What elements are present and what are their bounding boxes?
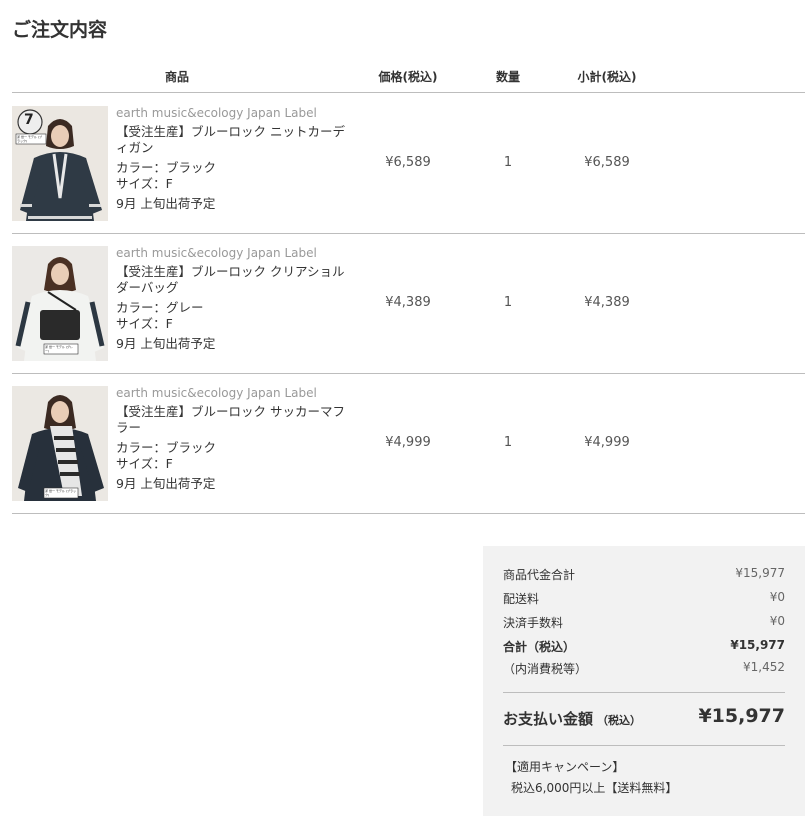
summary-goods-total: 商品代金合計 ¥15,977 bbox=[503, 566, 785, 583]
item-quantity: 1 bbox=[503, 155, 513, 170]
header-product: 商品 bbox=[164, 70, 189, 84]
shipping-label: 配送料 bbox=[503, 592, 540, 606]
grand-total-tax-note: （税込） bbox=[597, 714, 642, 727]
item-price: ¥4,999 bbox=[385, 435, 431, 450]
product-info: earth music&ecology Japan Label 【受注生産】ブル… bbox=[116, 385, 356, 492]
item-price: ¥6,589 bbox=[385, 155, 431, 170]
ship-schedule: 9月 上旬出荷予定 bbox=[116, 196, 216, 211]
campaign-text: 税込6,000円以上【送料無料】 bbox=[511, 781, 678, 795]
product-color: カラー：ブラック bbox=[116, 440, 217, 455]
grand-total-value: ¥15,977 bbox=[698, 705, 785, 727]
total-value: ¥15,977 bbox=[730, 638, 785, 652]
summary-tax: （内消費税等） ¥1,452 bbox=[503, 660, 785, 677]
product-brand[interactable]: earth music&ecology Japan Label bbox=[116, 385, 356, 401]
header-quantity: 数量 bbox=[495, 70, 520, 84]
goods-total-value: ¥15,977 bbox=[735, 566, 785, 580]
item-subtotal: ¥4,999 bbox=[584, 435, 630, 450]
product-name[interactable]: 【受注生産】ブルーロック クリアショルダーバッグ bbox=[116, 264, 356, 296]
summary-divider bbox=[503, 745, 785, 746]
tax-value: ¥1,452 bbox=[743, 660, 785, 674]
page-title: ご注文内容 bbox=[12, 19, 108, 41]
product-color: カラー：ブラック bbox=[116, 160, 217, 175]
product-thumbnail[interactable]: 潔 世一 モデル (ブラック) bbox=[12, 386, 108, 501]
ship-schedule: 9月 上旬出荷予定 bbox=[116, 336, 216, 351]
table-row: 潔 世一 モデル (グレー) earth music&ecology Japan… bbox=[12, 233, 805, 374]
campaign-title: 【適用キャンペーン】 bbox=[505, 760, 625, 774]
product-brand[interactable]: earth music&ecology Japan Label bbox=[116, 245, 356, 261]
product-info: earth music&ecology Japan Label 【受注生産】ブル… bbox=[116, 105, 356, 212]
product-thumbnail[interactable]: 潔 世一 モデル (グレー) bbox=[12, 246, 108, 361]
header-subtotal: 小計(税込) bbox=[577, 70, 637, 84]
summary-fee: 決済手数料 ¥0 bbox=[503, 614, 785, 631]
product-name[interactable]: 【受注生産】ブルーロック ニットカーディガン bbox=[116, 124, 356, 156]
item-quantity: 1 bbox=[503, 435, 513, 450]
order-summary: 商品代金合計 ¥15,977 配送料 ¥0 決済手数料 ¥0 合計（税込） ¥1… bbox=[483, 546, 805, 816]
fee-value: ¥0 bbox=[769, 614, 785, 628]
product-size: サイズ：F bbox=[116, 316, 173, 331]
summary-divider bbox=[503, 692, 785, 693]
summary-total: 合計（税込） ¥15,977 bbox=[503, 638, 785, 655]
product-thumbnail[interactable]: 7 潔 世一 モデル (ブラック) bbox=[12, 106, 108, 221]
summary-shipping: 配送料 ¥0 bbox=[503, 590, 785, 607]
table-row: 7 潔 世一 モデル (ブラック) earth music&ecology Ja… bbox=[12, 93, 805, 234]
table-row: 潔 世一 モデル (ブラック) earth music&ecology Japa… bbox=[12, 373, 805, 514]
fee-label: 決済手数料 bbox=[503, 616, 564, 630]
ship-schedule: 9月 上旬出荷予定 bbox=[116, 476, 216, 491]
shipping-value: ¥0 bbox=[769, 590, 785, 604]
goods-total-label: 商品代金合計 bbox=[503, 568, 576, 582]
product-brand[interactable]: earth music&ecology Japan Label bbox=[116, 105, 356, 121]
total-label: 合計（税込） bbox=[503, 640, 576, 654]
grand-total-label: お支払い金額 （税込） bbox=[503, 708, 641, 729]
product-info: earth music&ecology Japan Label 【受注生産】ブル… bbox=[116, 245, 356, 352]
product-color: カラー：グレー bbox=[116, 300, 204, 315]
product-size: サイズ：F bbox=[116, 176, 173, 191]
thumb-caption: 潔 世一 モデル (ブラック) bbox=[45, 489, 77, 497]
thumb-badge: 7 bbox=[24, 112, 34, 128]
item-subtotal: ¥4,389 bbox=[584, 295, 630, 310]
table-header: 商品 価格(税込) 数量 小計(税込) bbox=[12, 60, 805, 93]
item-price: ¥4,389 bbox=[385, 295, 431, 310]
item-subtotal: ¥6,589 bbox=[584, 155, 630, 170]
product-name[interactable]: 【受注生産】ブルーロック サッカーマフラー bbox=[116, 404, 356, 436]
thumb-caption: 潔 世一 モデル (ブラック) bbox=[17, 135, 43, 143]
tax-label: （内消費税等） bbox=[503, 662, 588, 676]
header-price: 価格(税込) bbox=[378, 70, 438, 84]
product-size: サイズ：F bbox=[116, 456, 173, 471]
thumb-caption: 潔 世一 モデル (グレー) bbox=[45, 345, 74, 353]
item-quantity: 1 bbox=[503, 295, 513, 310]
grand-total-label-text: お支払い金額 bbox=[503, 710, 594, 728]
